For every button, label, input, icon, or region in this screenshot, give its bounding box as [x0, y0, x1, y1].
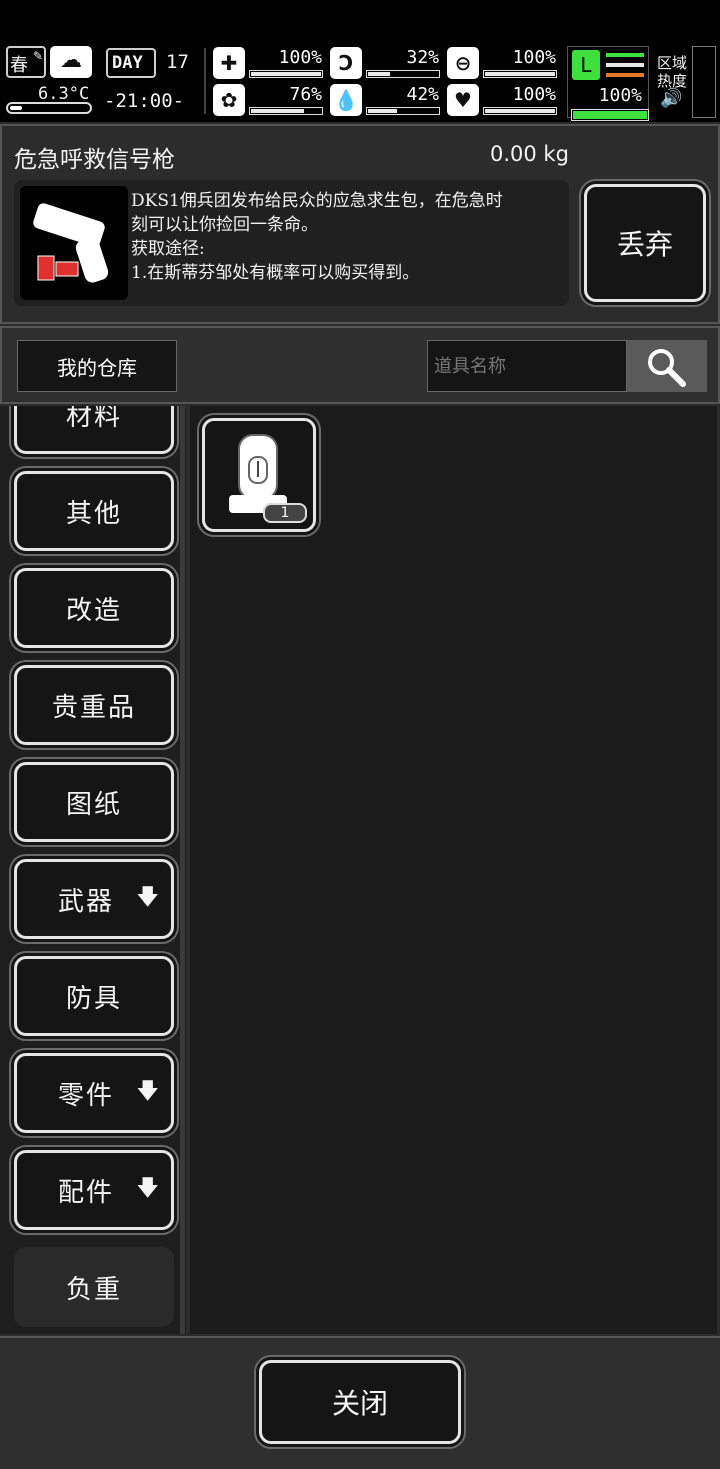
category-label: 改造: [65, 595, 122, 626]
temperature-value: 6.3°C: [38, 84, 90, 104]
fatigue-bar: [483, 70, 557, 78]
category-label: 图纸: [65, 789, 122, 820]
discard-button[interactable]: 丢弃: [584, 184, 706, 302]
clock-time: -21:00-: [104, 90, 185, 112]
inventory-grid: 1: [190, 406, 717, 1334]
season-label: 春: [10, 55, 28, 76]
day-label: DAY: [112, 53, 143, 73]
stamina-box: L 100%: [567, 46, 649, 121]
divider: [204, 48, 206, 114]
item-info-box: DKS1佣兵团发布给民众的应急求生包，在危急时 刻可以让你捡回一条命。 获取途径…: [14, 180, 569, 306]
storage-title-button[interactable]: 我的仓库: [17, 340, 177, 392]
arrow-down-icon: 🡇: [136, 1079, 161, 1104]
category-button[interactable]: 图纸: [14, 762, 174, 842]
close-button[interactable]: 关闭: [259, 1360, 461, 1444]
pill-icon: ⊖: [447, 47, 479, 79]
item-detail-panel: 危急呼救信号枪 0.00 kg DKS1佣兵团发布给民众的应急求生包，在危急时 …: [0, 124, 720, 324]
stomach-icon: Ɔ: [330, 47, 362, 79]
category-label: 负重: [65, 1274, 122, 1305]
category-button[interactable]: 防具: [14, 956, 174, 1036]
category-sidebar[interactable]: 材料其他改造贵重品图纸武器 🡇 防具零件 🡇 配件 🡇 负重: [0, 406, 186, 1334]
category-label: 配件: [57, 1177, 114, 1208]
storage-header: 我的仓库: [0, 326, 720, 404]
item-image: [20, 186, 128, 300]
category-button[interactable]: 零件 🡇: [14, 1053, 174, 1133]
category-label: 其他: [65, 498, 122, 529]
item-description-line4: 1.在斯蒂芬邹处有概率可以购买得到。: [131, 263, 420, 283]
search-icon: [648, 349, 686, 387]
footer-bar: 关闭: [0, 1336, 720, 1469]
status-bar: 春 ✎ ☁ 6.3°C DAY 17 -21:00- ✚ 100% Ɔ 32% …: [0, 0, 720, 122]
boot-icon: L: [572, 50, 600, 80]
category-button[interactable]: 贵重品: [14, 665, 174, 745]
water-drop-icon: 💧: [330, 84, 362, 116]
day-box: DAY: [106, 48, 156, 78]
sidebar-scrollbar[interactable]: [180, 406, 185, 1334]
item-count-badge: 1: [263, 503, 307, 523]
health-bar: [249, 70, 323, 78]
season-box: 春 ✎: [6, 46, 46, 78]
stamina-value: 100%: [598, 85, 642, 106]
category-label: 贵重品: [51, 692, 136, 723]
medkit-icon: ✚: [213, 47, 245, 79]
item-name: 危急呼救信号枪: [14, 147, 175, 173]
category-button[interactable]: 负重: [14, 1247, 174, 1327]
leaf-icon: ✎: [32, 49, 43, 63]
heart-icon: ♥: [447, 84, 479, 116]
thirst-value: 42%: [406, 84, 439, 105]
brain-icon: ✿: [213, 84, 245, 116]
category-label: 武器: [57, 886, 114, 917]
category-button[interactable]: 材料: [14, 406, 174, 454]
mood-value: 100%: [512, 84, 556, 105]
sanity-bar: [249, 107, 323, 115]
category-button[interactable]: 武器 🡇: [14, 859, 174, 939]
health-value: 100%: [278, 47, 322, 68]
arrow-down-icon: 🡇: [136, 1176, 161, 1201]
flare-gun-icon: [33, 203, 109, 283]
item-count: 1: [280, 505, 290, 521]
speaker-icon[interactable]: 🔊: [660, 88, 682, 109]
day-number: 17: [166, 51, 189, 73]
category-button[interactable]: 改造: [14, 568, 174, 648]
category-button[interactable]: 其他: [14, 471, 174, 551]
inventory-slot[interactable]: 1: [202, 418, 316, 532]
search-input[interactable]: [427, 340, 627, 392]
mood-bar: [483, 107, 557, 115]
cloud-rain-icon: ☁: [50, 46, 92, 78]
hunger-bar: [366, 70, 440, 78]
item-description-line3: 获取途径:: [131, 239, 205, 259]
arrow-down-icon: 🡇: [136, 885, 161, 910]
fatigue-value: 100%: [512, 47, 556, 68]
zone-heat-meter: [692, 46, 716, 118]
category-button[interactable]: 配件 🡇: [14, 1150, 174, 1230]
category-label: 材料: [65, 406, 122, 432]
item-description-line1: DKS1佣兵团发布给民众的应急求生包，在危急时: [131, 191, 503, 211]
stamina-bar: [571, 109, 649, 121]
category-label: 防具: [65, 983, 122, 1014]
hunger-value: 32%: [406, 47, 439, 68]
item-weight: 0.00 kg: [490, 142, 569, 166]
category-label: 零件: [57, 1080, 114, 1111]
search-button[interactable]: [627, 340, 707, 392]
sanity-value: 76%: [289, 84, 322, 105]
item-description-line2: 刻可以让你捡回一条命。: [131, 215, 318, 235]
thirst-bar: [366, 107, 440, 115]
